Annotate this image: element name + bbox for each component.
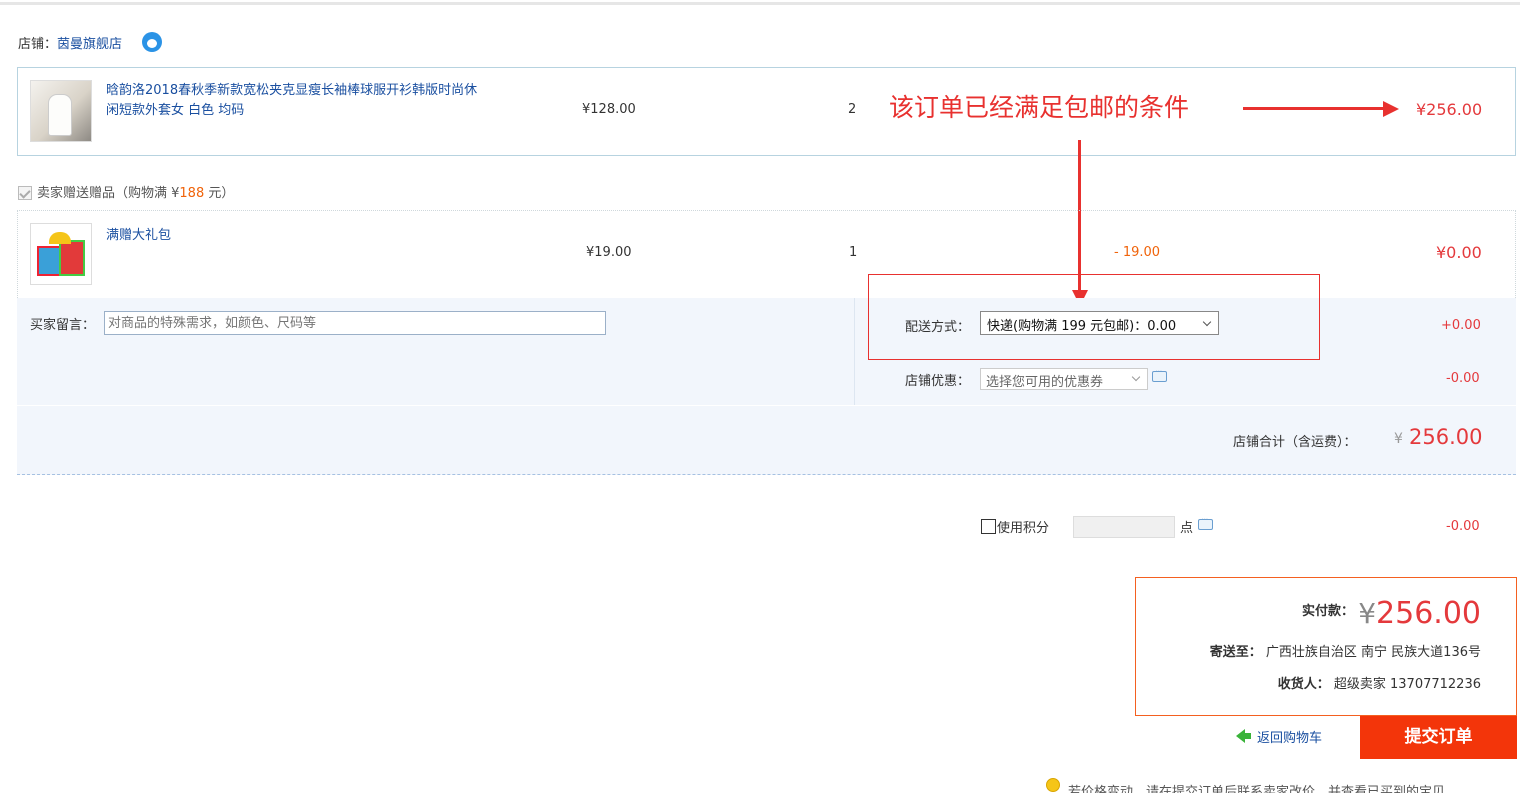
annotation-text: 该订单已经满足包邮的条件 bbox=[889, 93, 1190, 122]
gift-label-suffix: 元） bbox=[204, 186, 235, 201]
gift-threshold: 188 bbox=[179, 186, 205, 201]
shop-name-link[interactable]: 茵曼旗舰店 bbox=[57, 37, 122, 52]
gift-label-prefix: 卖家赠送赠品（购物满 ¥ bbox=[37, 186, 180, 201]
actual-payment: 实付款： ¥256.00 bbox=[1302, 596, 1481, 631]
shop-total-value: 256.00 bbox=[1409, 425, 1483, 449]
annotation-arrow-right bbox=[1243, 107, 1385, 110]
product-unit-price: ¥128.00 bbox=[582, 102, 636, 117]
coupon-info-icon[interactable] bbox=[1152, 367, 1167, 382]
lightbulb-icon bbox=[1046, 778, 1060, 792]
coupon-selected-value: 选择您可用的优惠券 bbox=[986, 375, 1104, 390]
options-hr bbox=[17, 405, 1516, 406]
gift-quantity: 1 bbox=[849, 245, 858, 260]
payment-summary: 实付款： ¥256.00 寄送至： 广西壮族自治区 南宁 民族大道136号 收货… bbox=[1135, 577, 1517, 716]
gift-unit-price: ¥19.00 bbox=[586, 245, 632, 260]
order-item-row: 晗韵洛2018春秋季新款宽松夹克显瘦长袖棒球服开衫韩版时尚休闲短款外套女 白色 … bbox=[17, 67, 1516, 156]
actual-payment-currency: ¥ bbox=[1358, 597, 1377, 630]
shop-total-label: 店铺合计（含运费）： bbox=[1233, 435, 1357, 450]
coupon-label: 店铺优惠： bbox=[905, 374, 971, 389]
gift-checkbox[interactable] bbox=[18, 186, 32, 200]
buyer-message-label: 买家留言： bbox=[30, 318, 96, 333]
chevron-down-icon bbox=[1131, 372, 1141, 382]
points-input[interactable] bbox=[1073, 516, 1175, 538]
receiver-value: 超级卖家 13707712236 bbox=[1333, 677, 1481, 692]
shipping-amount: +0.00 bbox=[1441, 318, 1481, 333]
product-title-link[interactable]: 晗韵洛2018春秋季新款宽松夹克显瘦长袖棒球服开衫韩版时尚休闲短款外套女 白色 … bbox=[106, 81, 486, 121]
shop-label: 店铺： bbox=[18, 37, 58, 52]
gift-discount: - 19.00 bbox=[1114, 245, 1161, 260]
annotation-arrowhead-right bbox=[1383, 101, 1399, 117]
use-points-checkbox[interactable] bbox=[981, 519, 996, 534]
wangwang-chat-icon[interactable] bbox=[142, 32, 162, 52]
address-label: 寄送至： bbox=[1209, 645, 1262, 660]
chevron-down-icon bbox=[1202, 317, 1212, 327]
back-arrow-icon-tail bbox=[1244, 733, 1251, 739]
actual-payment-value: 256.00 bbox=[1376, 596, 1481, 631]
gift-title-link[interactable]: 满赠大礼包 bbox=[106, 224, 171, 243]
receiver-info: 收货人： 超级卖家 13707712236 bbox=[1278, 673, 1481, 692]
product-thumbnail[interactable] bbox=[30, 80, 92, 142]
price-change-notice: 若价格变动，请在提交订单后联系卖家改价，并查看已买到的宝贝 bbox=[1068, 785, 1446, 793]
shipping-selected-value: 快递(购物满 199 元包邮)：0.00 bbox=[987, 319, 1177, 334]
options-divider bbox=[854, 298, 855, 405]
buyer-message-input[interactable] bbox=[104, 311, 606, 335]
top-divider bbox=[0, 0, 1520, 5]
gift-thumbnail[interactable] bbox=[30, 223, 92, 285]
actual-payment-label: 实付款： bbox=[1302, 604, 1355, 619]
submit-order-button[interactable]: 提交订单 bbox=[1360, 716, 1517, 759]
receiver-label: 收货人： bbox=[1277, 677, 1330, 692]
shipping-select[interactable]: 快递(购物满 199 元包邮)：0.00 bbox=[980, 311, 1219, 335]
back-to-cart-link[interactable]: 返回购物车 bbox=[1257, 727, 1322, 746]
use-points-label: 使用积分 bbox=[997, 521, 1050, 536]
address-value: 广西壮族自治区 南宁 民族大道136号 bbox=[1265, 645, 1481, 660]
coupon-select[interactable]: 选择您可用的优惠券 bbox=[980, 368, 1148, 390]
gift-total: ¥0.00 bbox=[1436, 243, 1482, 262]
shop-total-currency: ¥ bbox=[1394, 431, 1403, 447]
coupon-amount: -0.00 bbox=[1446, 371, 1480, 386]
product-quantity: 2 bbox=[848, 102, 857, 117]
product-total: ¥256.00 bbox=[1416, 100, 1483, 119]
shipping-label: 配送方式： bbox=[905, 320, 971, 335]
shipping-address: 寄送至： 广西壮族自治区 南宁 民族大道136号 bbox=[1210, 641, 1481, 660]
points-unit: 点 bbox=[1180, 521, 1194, 536]
points-info-icon[interactable] bbox=[1198, 515, 1213, 530]
points-amount: -0.00 bbox=[1446, 519, 1480, 534]
shop-header: 店铺：茵曼旗舰店 bbox=[18, 33, 122, 52]
gift-section-label: 卖家赠送赠品（购物满 ¥188 元） bbox=[37, 182, 234, 201]
